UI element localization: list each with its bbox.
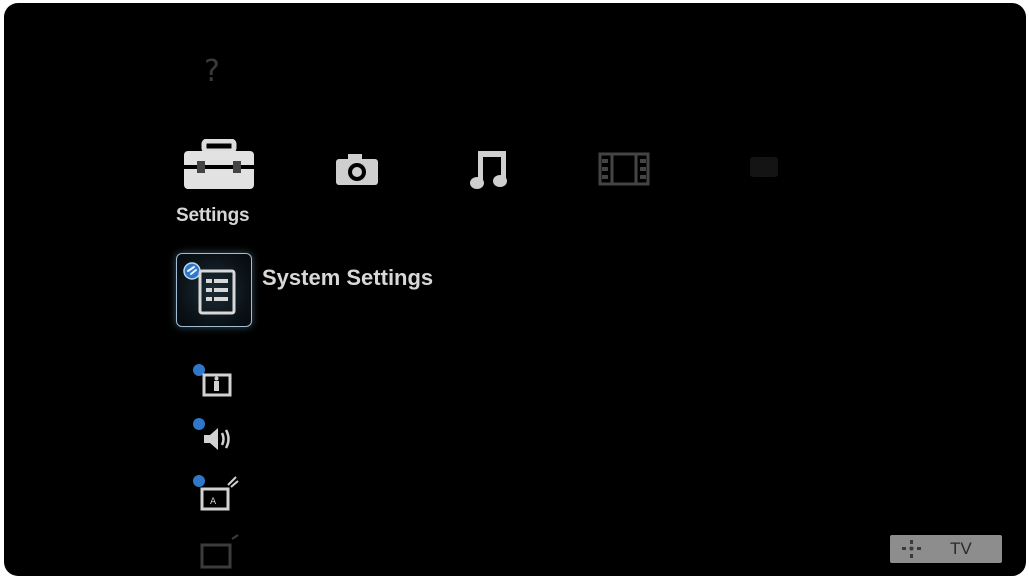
channel-settings-icon: A — [193, 475, 239, 511]
list-item-channel[interactable]: A — [190, 471, 242, 515]
dpad-icon — [902, 540, 921, 558]
svg-text:A: A — [210, 497, 217, 507]
faded-category-icon — [750, 157, 778, 177]
film-strip-icon — [598, 152, 650, 186]
category-video[interactable] — [598, 151, 650, 187]
selected-item-label: System Settings — [262, 265, 434, 290]
selected-item-frame[interactable] — [176, 253, 252, 327]
tv-button-label: TV — [950, 539, 972, 558]
category-faded[interactable] — [744, 153, 784, 183]
display-settings-icon — [200, 534, 239, 569]
help-icon[interactable]: ? — [204, 57, 220, 87]
list-item-picture[interactable] — [190, 361, 238, 401]
list-item-sound[interactable] — [190, 415, 238, 455]
music-note-icon — [470, 151, 507, 189]
picture-settings-icon — [193, 364, 232, 397]
category-label-settings: Settings — [176, 205, 250, 226]
category-photo[interactable] — [334, 151, 380, 187]
toolbox-icon — [184, 138, 254, 189]
xmb-screen: ? Settings System Settings A TV — [4, 3, 1026, 576]
camera-icon — [336, 154, 378, 185]
system-settings-icon — [183, 262, 236, 315]
category-music[interactable] — [470, 147, 510, 191]
list-item-display[interactable] — [196, 531, 244, 571]
tv-button[interactable]: TV — [890, 535, 1002, 563]
sound-settings-icon — [193, 418, 230, 450]
category-settings[interactable] — [180, 138, 258, 193]
